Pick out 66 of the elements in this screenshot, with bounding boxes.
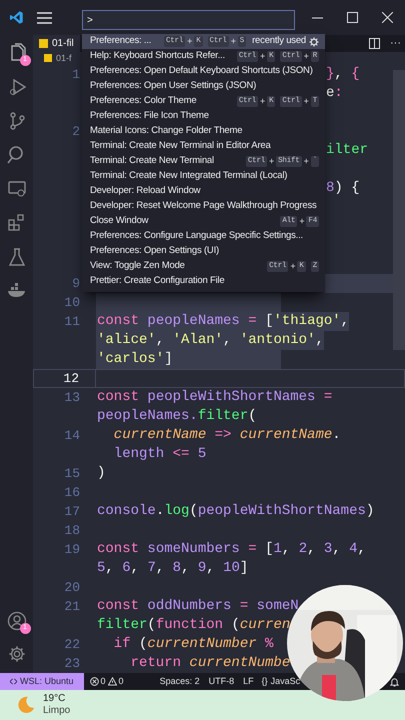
code-line: e: [326,84,343,103]
code-line: ilter [326,141,368,160]
plus-sign: + [187,34,192,48]
code-line: ) [97,464,106,483]
code-line: 8) { [326,179,360,198]
command-item[interactable]: Preferences: Open User Settings (JSON) [82,79,325,94]
line-number: 14 [63,426,81,445]
command-item[interactable]: Terminal: Create New Integrated Terminal (Local) [82,169,325,184]
code-line: const peopleWithShortNames = [97,388,332,407]
temperature: 19°C [43,693,66,705]
status-item[interactable]: UTF-8 [208,674,234,688]
line-number: 12 [33,369,96,388]
code-line: 'alice', 'Alan', 'antonio', [97,331,324,350]
command-item[interactable]: Preferences: File Icon Theme [82,109,325,124]
code-line: peopleNames.filter( [97,407,257,426]
line-number: 16 [63,484,81,502]
line-number: 10 [63,294,81,312]
command-item[interactable]: Developer: Reload Window [82,184,325,199]
command-item[interactable]: Prettier: Create Configuration File [82,274,325,289]
command-item[interactable]: Preferences: Open Settings (UI) [82,244,325,259]
code-line: return currentNumbe [130,654,290,673]
command-item[interactable]: Terminal: Create New Terminal in Editor Area [82,139,325,154]
remote-indicator[interactable]: WSL: Ubuntu [0,673,84,690]
line-number: 11 [63,312,81,331]
more-actions-button[interactable]: ··· [390,38,401,49]
code-line: }, { [326,65,360,84]
breadcrumb[interactable]: 01-f [56,52,72,65]
code-line: 5, 6, 7, 8, 9, 10] [97,559,248,578]
command-input[interactable]: > [82,10,295,30]
plus-sign: + [260,50,266,63]
command-item[interactable]: Preferences: Open Default Keyboard Shortcuts (JSON) [82,64,325,79]
plus-sign: + [304,94,309,108]
line-number: 22 [63,636,81,654]
line-number: 20 [63,578,81,597]
code-line: const peopleNames = ['thiago', [97,312,350,331]
command-item[interactable]: Developer: Reset Welcome Page Walkthrough Progress [82,199,325,214]
plus-sign: + [269,154,274,168]
plus-sign: + [230,34,236,48]
code-line: filter(function (curren [97,616,290,635]
line-number: 13 [63,388,81,407]
code-line: console.log(peopleWithShortNames) [97,502,374,521]
problems-indicator[interactable]: 0 0 [90,674,124,688]
code-line: 'carlos'] [97,350,173,369]
status-item[interactable]: Spaces: 2 [160,674,200,688]
plus-sign: + [290,260,296,273]
code-line: const oddNumbers = someN [97,597,299,616]
plus-sign: + [304,50,309,63]
weather-condition: Limpo [43,705,70,717]
plus-sign: + [299,214,304,228]
line-number: 15 [63,464,81,483]
line-number: 19 [63,540,81,559]
line-number: 21 [63,598,81,616]
plus-sign: + [260,94,266,108]
code-line: if (currentNumber % [112,635,274,654]
line-number: 17 [63,502,81,521]
language-mode[interactable]: {} JavaSc [262,674,300,688]
line-number: 18 [63,522,81,540]
line-number: 23 [63,654,81,673]
code-line: length <= 5 [112,445,206,464]
code-line: currentName => currentName. [112,426,341,445]
command-item[interactable]: Material Icons: Change Folder Theme [82,124,325,139]
code-line: const someNumbers = [1, 2, 3, 4, [97,540,366,559]
editor-tab[interactable]: 01-fil [33,35,80,52]
status-item[interactable]: LF [243,674,254,688]
command-item[interactable]: Preferences: Configure Language Specific Settings... [82,229,325,244]
plus-sign: + [304,154,309,168]
